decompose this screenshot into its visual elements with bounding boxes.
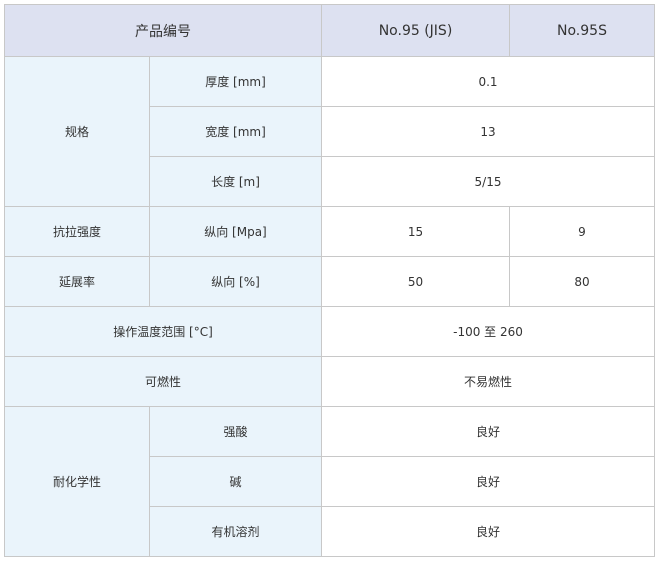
flammability-value: 不易燃性	[321, 356, 655, 407]
table-row: 耐化学性 强酸 良好	[4, 406, 655, 557]
spec-table: 产品编号 No.95 (JIS) No.95S 规格 厚度 [mm] 0.1 宽…	[4, 4, 655, 557]
tensile-value-b: 9	[509, 206, 655, 257]
spec-group-label: 规格	[4, 56, 150, 207]
alkali-value: 良好	[321, 456, 655, 507]
model-b-header: No.95S	[509, 4, 655, 57]
chemical-group-label: 耐化学性	[4, 406, 150, 557]
tensile-label: 纵向 [Mpa]	[149, 206, 322, 257]
flammability-label: 可燃性	[4, 356, 322, 407]
model-a-header: No.95 (JIS)	[321, 4, 510, 57]
tensile-group-label: 抗拉强度	[4, 206, 150, 257]
thickness-value: 0.1	[321, 56, 655, 107]
table-row: 延展率 纵向 [%] 50 80	[4, 256, 655, 307]
length-label: 长度 [m]	[149, 156, 322, 207]
product-code-header: 产品编号	[4, 4, 322, 57]
table-row: 可燃性 不易燃性	[4, 356, 655, 407]
acid-value: 良好	[321, 406, 655, 457]
table-row: 抗拉强度 纵向 [Mpa] 15 9	[4, 206, 655, 257]
width-value: 13	[321, 106, 655, 157]
thickness-label: 厚度 [mm]	[149, 56, 322, 107]
solvent-label: 有机溶剂	[149, 506, 322, 557]
elongation-label: 纵向 [%]	[149, 256, 322, 307]
alkali-label: 碱	[149, 456, 322, 507]
acid-label: 强酸	[149, 406, 322, 457]
width-label: 宽度 [mm]	[149, 106, 322, 157]
temperature-label: 操作温度范围 [°C]	[4, 306, 322, 357]
elongation-value-a: 50	[321, 256, 510, 307]
table-row: 规格 厚度 [mm] 0.1	[4, 56, 655, 207]
solvent-value: 良好	[321, 506, 655, 557]
temperature-value: -100 至 260	[321, 306, 655, 357]
table-row: 操作温度范围 [°C] -100 至 260	[4, 306, 655, 357]
elongation-value-b: 80	[509, 256, 655, 307]
tensile-value-a: 15	[321, 206, 510, 257]
length-value: 5/15	[321, 156, 655, 207]
elongation-group-label: 延展率	[4, 256, 150, 307]
